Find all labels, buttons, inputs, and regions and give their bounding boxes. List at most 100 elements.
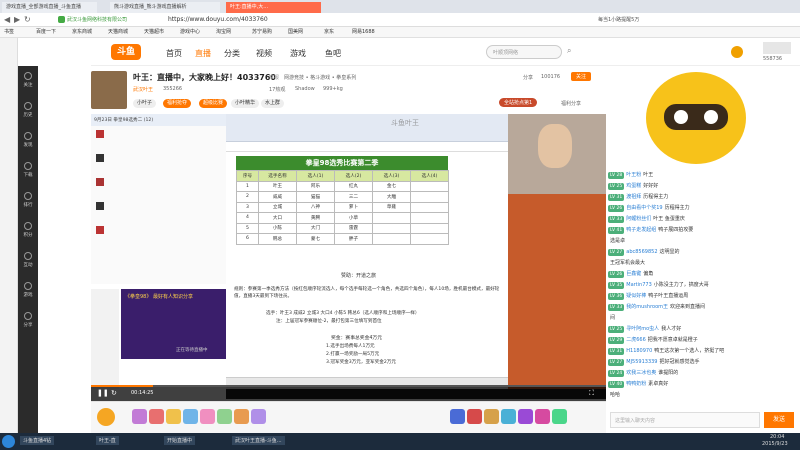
badge-icon[interactable] — [467, 409, 482, 424]
sheet-cell[interactable] — [410, 233, 449, 245]
sheet-cell[interactable] — [410, 191, 449, 203]
tag-0[interactable]: 小叶子 — [133, 99, 157, 108]
sheet-cell[interactable] — [410, 212, 449, 224]
sheet-cell[interactable]: 猫猫 — [296, 191, 335, 203]
tag-4[interactable]: 水上群 — [261, 99, 285, 108]
report-link[interactable]: 举报 — [269, 74, 279, 81]
side-discover[interactable]: 发现 — [18, 126, 38, 156]
sheet-cell[interactable]: 叶王 — [258, 180, 297, 192]
sheet-cell[interactable]: 金七 — [372, 180, 411, 192]
side-download[interactable]: 下载 — [18, 156, 38, 186]
sheet-cell[interactable]: 6 — [236, 233, 259, 245]
follow-button[interactable]: 关注 — [571, 72, 592, 81]
sheet-cell[interactable]: 三二 — [334, 191, 373, 203]
url-field[interactable]: https://www.douyu.com/4033760 — [168, 16, 268, 23]
share-button[interactable]: 分享 — [523, 74, 533, 81]
gift-icon[interactable] — [234, 409, 249, 424]
nav-fishbar[interactable]: 鱼吧 — [325, 48, 341, 59]
sheet-cell[interactable]: 萝卜 — [334, 201, 373, 213]
sheet-cell[interactable]: 大雕 — [372, 191, 411, 203]
gift-icon[interactable] — [200, 409, 215, 424]
gift-icon[interactable] — [132, 409, 147, 424]
taskbar-item-0[interactable]: 斗鱼直播4钻 — [20, 436, 55, 445]
send-button[interactable]: 发送 — [764, 412, 794, 428]
progress-track[interactable] — [91, 385, 606, 387]
sheet-cell[interactable]: 1 — [236, 180, 259, 192]
video-player[interactable]: 9月23日 拳皇98选秀二 (12) 《拳皇98》 最好有人知识分享 正在等待直… — [91, 114, 606, 399]
rank-button[interactable]: 全站抢点第1 — [499, 98, 538, 107]
tab-1[interactable]: 游戏直播_全部游戏直播_斗鱼直播 — [2, 2, 97, 13]
sheet-cell[interactable]: 黄腾 — [296, 212, 335, 224]
sheet-cell[interactable]: 5 — [236, 222, 259, 234]
sheet-cell[interactable] — [410, 222, 449, 234]
bookmark-4[interactable]: 天猫超市 — [144, 27, 164, 38]
sheet-cell[interactable] — [410, 201, 449, 213]
sheet-cell[interactable]: 草薙 — [372, 201, 411, 213]
fans-share[interactable]: 福利分享 — [561, 100, 581, 107]
sheet-cell[interactable] — [372, 212, 411, 224]
refresh-stream-icon[interactable]: ↻ — [111, 389, 117, 397]
search-icon[interactable]: ⌕ — [567, 46, 571, 56]
taskbar-item-2[interactable]: 开始直播中 — [164, 436, 196, 445]
search-input[interactable]: 叶顺顶网络 — [493, 49, 518, 56]
play-icon[interactable]: ❚❚ — [97, 389, 109, 397]
side-interact[interactable]: 互动 — [18, 246, 38, 276]
avatar[interactable] — [731, 46, 743, 58]
nav-live[interactable]: 直播 — [195, 48, 211, 59]
start-icon[interactable] — [2, 435, 15, 448]
tag-3[interactable]: 小叶精华 — [231, 99, 260, 108]
sheet-cell[interactable]: 3 — [236, 201, 259, 213]
nav-game[interactable]: 游戏 — [290, 48, 306, 59]
badge-icon[interactable] — [552, 409, 567, 424]
bookmark-9[interactable]: 京东 — [324, 27, 334, 38]
side-rank[interactable]: 排行 — [18, 186, 38, 216]
sheet-cell[interactable]: 2 — [236, 191, 259, 203]
host-avatar[interactable] — [91, 71, 127, 109]
sheet-cell[interactable]: 阿乐 — [296, 180, 335, 192]
sheet-cell[interactable]: 小陈 — [258, 222, 297, 234]
gift-icon[interactable] — [149, 409, 164, 424]
sheet-cell[interactable]: 大门 — [296, 222, 335, 234]
sheet-cell[interactable]: 小草 — [334, 212, 373, 224]
badge-icon[interactable] — [484, 409, 499, 424]
gift-icon[interactable] — [217, 409, 232, 424]
nav-home[interactable]: 首页 — [166, 48, 182, 59]
bookmark-8[interactable]: 国美网 — [288, 27, 303, 38]
badge-icon[interactable] — [535, 409, 550, 424]
bookmark-10[interactable]: 网易1688 — [352, 27, 375, 38]
nav-category[interactable]: 分类 — [224, 48, 240, 59]
tab-3-active[interactable]: 叶王:直播中,大... — [226, 2, 321, 13]
tag-1[interactable]: 福利抢夺 — [163, 99, 192, 108]
sheet-cell[interactable]: 雷霆 — [334, 222, 373, 234]
nav-video[interactable]: 视频 — [256, 48, 272, 59]
bookmark-2[interactable]: 京东商城 — [72, 27, 92, 38]
gift-icon[interactable] — [251, 409, 266, 424]
back-icon[interactable]: ◀ — [4, 15, 10, 24]
room-category[interactable]: 网游竞技 • 格斗游戏 • 拳皇系列 — [284, 74, 356, 81]
bookmark-3[interactable]: 天猫商城 — [108, 27, 128, 38]
bookmark-7[interactable]: 苏宁易购 — [252, 27, 272, 38]
fishball-icon[interactable] — [97, 408, 115, 426]
tag-2[interactable]: 超级比赛 — [199, 99, 228, 108]
side-game[interactable]: 游戏 — [18, 276, 38, 306]
sheet-cell[interactable]: 大口 — [258, 212, 297, 224]
sheet-cell[interactable]: 胖子 — [334, 233, 373, 245]
sheet-cell[interactable]: 4 — [236, 212, 259, 224]
bookmark-5[interactable]: 游戏中心 — [180, 27, 200, 38]
sheet-cell[interactable]: 威威 — [258, 191, 297, 203]
bookmark-6[interactable]: 淘宝网 — [216, 27, 231, 38]
badge-icon[interactable] — [450, 409, 465, 424]
gift-icon[interactable] — [166, 409, 181, 424]
taskbar-item-3[interactable]: 武汉叶王直播-斗鱼... — [232, 436, 285, 445]
side-share[interactable]: 分享 — [18, 306, 38, 336]
search-box[interactable]: 叶顺顶网络 — [486, 45, 562, 59]
tab-2[interactable]: 熊斗游戏直播_熊斗游戏直播解析 — [110, 2, 220, 13]
forward-icon[interactable]: ▶ — [14, 15, 20, 24]
fullscreen-icon[interactable]: ⛶ — [589, 389, 594, 398]
sheet-cell[interactable]: 红丸 — [334, 180, 373, 192]
sheet-cell[interactable] — [372, 233, 411, 245]
sheet-cell[interactable]: 八神 — [296, 201, 335, 213]
side-history[interactable]: 历史 — [18, 96, 38, 126]
gift-icon[interactable] — [183, 409, 198, 424]
sheet-cell[interactable] — [410, 180, 449, 192]
